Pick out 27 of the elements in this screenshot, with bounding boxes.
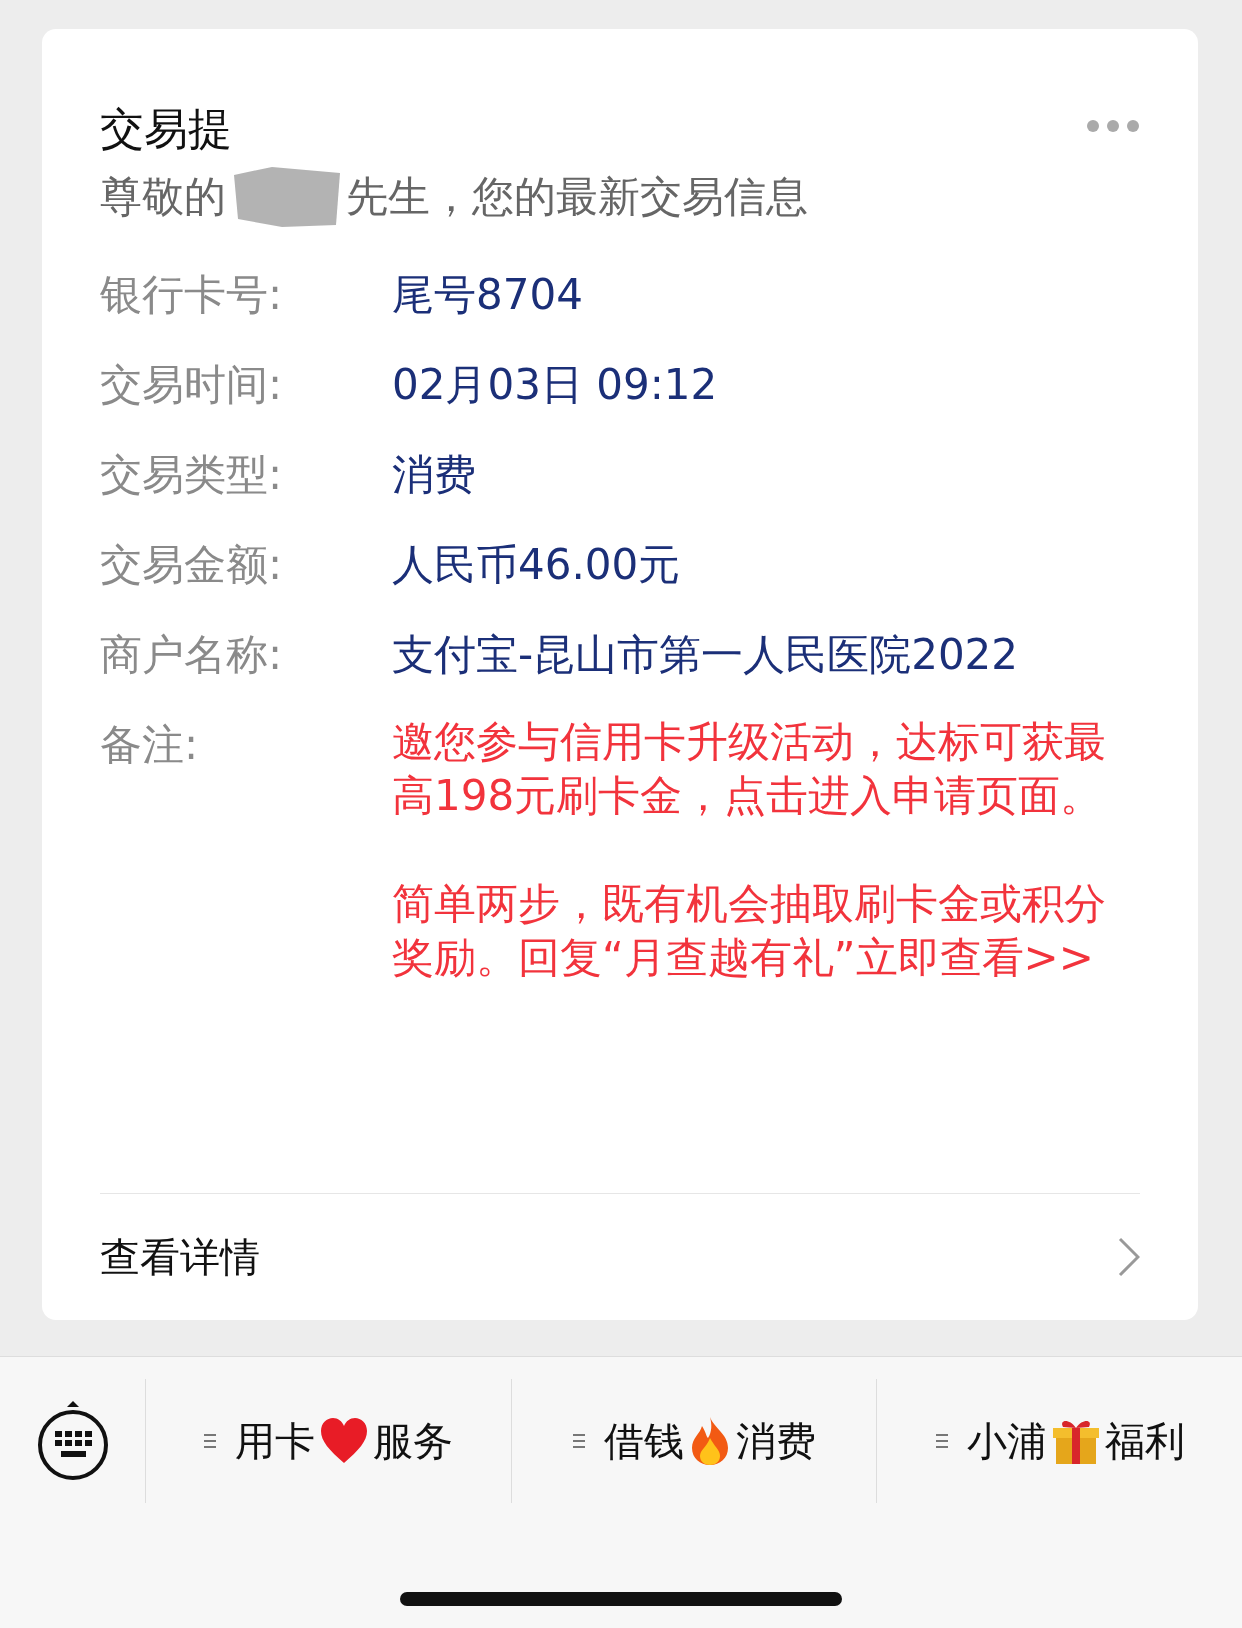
field-label: 银行卡号: — [100, 269, 284, 321]
message-title: 交易提 — [100, 102, 232, 156]
remark-text: 简单两步，既有机会抽取刷卡金或积分奖励。回复“月查越有礼”立即查看>> — [392, 878, 1107, 984]
menu-button[interactable]: 借钱 消费 — [511, 1379, 878, 1503]
field-label: 备注: — [100, 719, 200, 771]
menu-icon — [572, 1433, 586, 1449]
field-label: 商户名称: — [100, 629, 284, 681]
field-value: 支付宝-昆山市第一人民医院2022 — [392, 629, 1019, 681]
heart-icon — [319, 1417, 370, 1465]
chevron-right-icon — [1118, 1237, 1140, 1277]
remark-text: 邀您参与信用卡升级活动，达标可获最高198元刷卡金，点击进入申请页面。 — [392, 716, 1107, 822]
more-icon[interactable] — [1086, 119, 1140, 133]
menu-icon — [203, 1433, 218, 1449]
field-value: 人民币46.00元 — [392, 539, 681, 591]
keyboard-icon[interactable] — [35, 1399, 110, 1483]
field-value: 02月03日 09:12 — [392, 359, 718, 411]
menu-button[interactable]: 小浦 福利 — [877, 1379, 1242, 1503]
field-label: 交易时间: — [100, 359, 284, 411]
greeting-text: 先生，您的最新交易信息 — [346, 171, 808, 223]
greeting-text: 尊敬的 — [100, 171, 226, 223]
field-value: 尾号8704 — [392, 269, 583, 321]
field-label: 交易金额: — [100, 539, 284, 591]
view-details-link[interactable]: 查看详情 — [100, 1194, 1140, 1320]
menu-button[interactable]: 用卡 服务 — [146, 1379, 512, 1503]
menu-icon — [934, 1433, 949, 1449]
field-value: 消费 — [392, 449, 476, 501]
field-label: 交易类型: — [100, 449, 284, 501]
